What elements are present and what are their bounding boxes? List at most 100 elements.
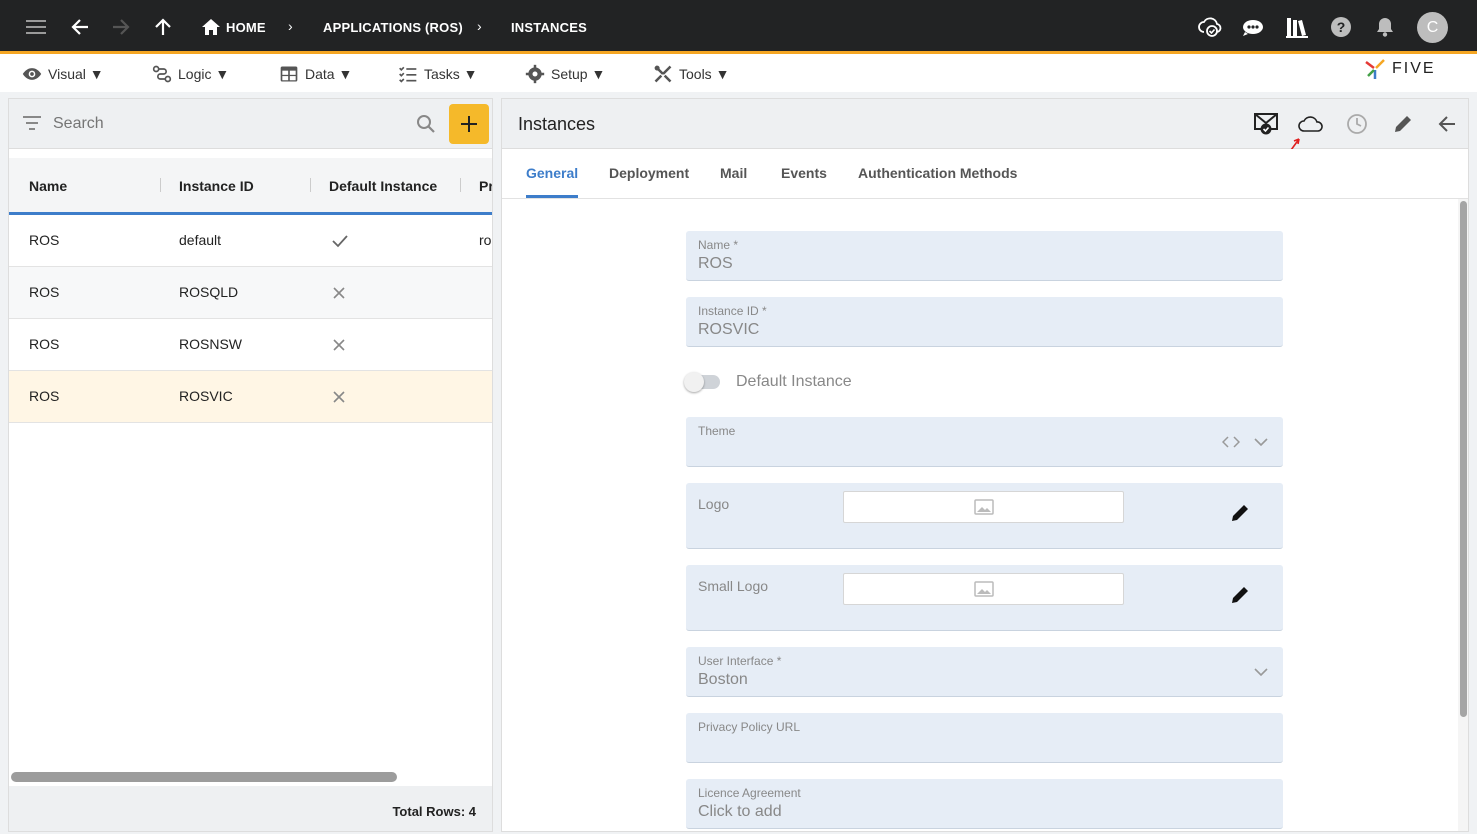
cell-truncated: ro	[479, 232, 492, 248]
menu-logic[interactable]: Logic ▼	[152, 64, 229, 84]
column-header-instance-id[interactable]: Instance ID	[179, 178, 254, 194]
small-logo-label: Small Logo	[698, 578, 769, 594]
small-logo-image-box[interactable]	[843, 573, 1124, 605]
column-divider[interactable]	[460, 178, 461, 192]
breadcrumb-chevron-icon: ›	[477, 18, 482, 34]
add-instance-button[interactable]	[449, 104, 489, 144]
menu-data-label: Data ▼	[305, 66, 353, 82]
licence-agreement-field[interactable]: Licence Agreement Click to add	[686, 779, 1283, 829]
table-row[interactable]: ROS ROSNSW	[9, 319, 492, 371]
image-placeholder-icon	[973, 581, 994, 597]
user-interface-select[interactable]: User Interface * Boston	[686, 647, 1283, 697]
help-icon[interactable]: ?	[1326, 12, 1356, 42]
filter-icon[interactable]	[23, 116, 41, 130]
code-brackets-icon[interactable]	[1222, 436, 1240, 448]
privacy-policy-url-field[interactable]: Privacy Policy URL	[686, 713, 1283, 763]
search-icon[interactable]	[416, 114, 436, 134]
forward-arrow-icon[interactable]	[106, 12, 136, 42]
logo-image-box[interactable]	[843, 491, 1124, 523]
theme-select[interactable]: Theme	[686, 417, 1283, 467]
menu-tasks[interactable]: Tasks ▼	[398, 64, 478, 84]
chevron-down-icon[interactable]	[1254, 667, 1268, 677]
menu-bar: Visual ▼ Logic ▼ Data ▼ Tasks ▼ Setup ▼ …	[0, 54, 1477, 92]
edit-small-logo-pencil-icon[interactable]	[1228, 583, 1252, 607]
chat-bot-icon[interactable]	[1238, 12, 1268, 42]
mail-check-icon[interactable]	[1252, 109, 1282, 139]
table-icon	[280, 66, 298, 82]
menu-tools[interactable]: Tools ▼	[653, 64, 729, 84]
licence-agreement-value: Click to add	[698, 803, 782, 820]
cell-instance-id: ROSVIC	[179, 388, 233, 404]
name-field[interactable]: Name * ROS	[686, 231, 1283, 281]
default-instance-toggle[interactable]	[684, 372, 720, 392]
table-row[interactable]: ROS default ro	[9, 215, 492, 267]
instance-id-field[interactable]: Instance ID * ROSVIC	[686, 297, 1283, 347]
instances-list-panel: Name Instance ID Default Instance Pr ROS…	[8, 98, 493, 832]
cell-instance-id: ROSNSW	[179, 336, 242, 352]
menu-data[interactable]: Data ▼	[279, 64, 352, 84]
form-tabs: General Deployment Mail Events Authentic…	[502, 149, 1468, 199]
form-header: Instances	[502, 99, 1468, 149]
up-arrow-icon[interactable]	[148, 12, 178, 42]
breadcrumb-applications[interactable]: APPLICATIONS (ROS)	[323, 20, 463, 35]
name-label: Name *	[698, 238, 739, 252]
cross-icon	[333, 287, 345, 299]
column-header-default-instance[interactable]: Default Instance	[329, 178, 437, 194]
small-logo-field: Small Logo	[686, 565, 1283, 631]
menu-visual[interactable]: Visual ▼	[22, 64, 104, 84]
instance-id-value: ROSVIC	[698, 321, 760, 338]
edit-pencil-icon[interactable]	[1388, 109, 1418, 139]
horizontal-scrollbar[interactable]	[11, 772, 397, 782]
tools-icon	[654, 65, 672, 83]
cell-name: ROS	[29, 336, 60, 352]
hamburger-menu-icon[interactable]	[21, 12, 51, 42]
breadcrumb-chevron-icon: ›	[288, 18, 293, 34]
licence-agreement-label: Licence Agreement	[698, 786, 801, 800]
tab-events[interactable]: Events	[781, 165, 827, 181]
user-avatar[interactable]: C	[1417, 12, 1448, 43]
tab-authentication-methods[interactable]: Authentication Methods	[858, 165, 1017, 181]
table-row[interactable]: ROS ROSQLD	[9, 267, 492, 319]
menu-tasks-label: Tasks ▼	[424, 66, 478, 82]
library-books-icon[interactable]	[1282, 12, 1312, 42]
total-rows: Total Rows: 4	[392, 804, 476, 819]
back-arrow-icon[interactable]	[65, 12, 95, 42]
top-bar: HOME › APPLICATIONS (ROS) › INSTANCES ? …	[0, 0, 1477, 54]
toggle-knob[interactable]	[684, 372, 704, 392]
breadcrumb-instances: INSTANCES	[511, 20, 587, 35]
column-divider[interactable]	[160, 178, 161, 192]
tab-general[interactable]: General	[526, 165, 578, 181]
five-logo-text: FIVE	[1392, 60, 1436, 77]
avatar-initial: C	[1426, 18, 1439, 36]
vertical-scrollbar[interactable]	[1460, 201, 1467, 717]
breadcrumb-home[interactable]: HOME	[226, 20, 266, 35]
column-header-truncated[interactable]: Pr	[479, 178, 492, 194]
column-header-name[interactable]: Name	[29, 178, 67, 194]
logo-field: Logo	[686, 483, 1283, 549]
default-instance-toggle-row: Default Instance	[684, 371, 852, 393]
table-row-selected[interactable]: ROS ROSVIC	[9, 371, 492, 423]
search-input[interactable]	[53, 111, 403, 137]
privacy-policy-url-label: Privacy Policy URL	[698, 720, 801, 734]
table-footer: Total Rows: 4	[9, 786, 492, 831]
column-divider[interactable]	[310, 178, 311, 192]
image-placeholder-icon	[973, 499, 994, 515]
history-clock-icon[interactable]	[1342, 109, 1372, 139]
cell-name: ROS	[29, 388, 60, 404]
notification-bell-icon[interactable]	[1370, 12, 1400, 42]
gear-icon	[525, 64, 545, 84]
active-tab-indicator	[526, 195, 578, 198]
tab-deployment[interactable]: Deployment	[609, 165, 689, 181]
cloud-check-icon[interactable]	[1195, 12, 1225, 42]
instance-form-panel: Instances General Deployment Mail Events…	[501, 98, 1469, 832]
menu-setup[interactable]: Setup ▼	[525, 64, 605, 84]
home-icon[interactable]	[196, 12, 226, 42]
cell-name: ROS	[29, 232, 60, 248]
chevron-down-icon[interactable]	[1254, 437, 1268, 447]
cross-icon	[333, 339, 345, 351]
instance-id-label: Instance ID *	[698, 304, 767, 318]
edit-logo-pencil-icon[interactable]	[1228, 501, 1252, 525]
cell-instance-id: ROSQLD	[179, 284, 239, 300]
back-arrow-icon[interactable]	[1432, 109, 1462, 139]
tab-mail[interactable]: Mail	[720, 165, 747, 181]
